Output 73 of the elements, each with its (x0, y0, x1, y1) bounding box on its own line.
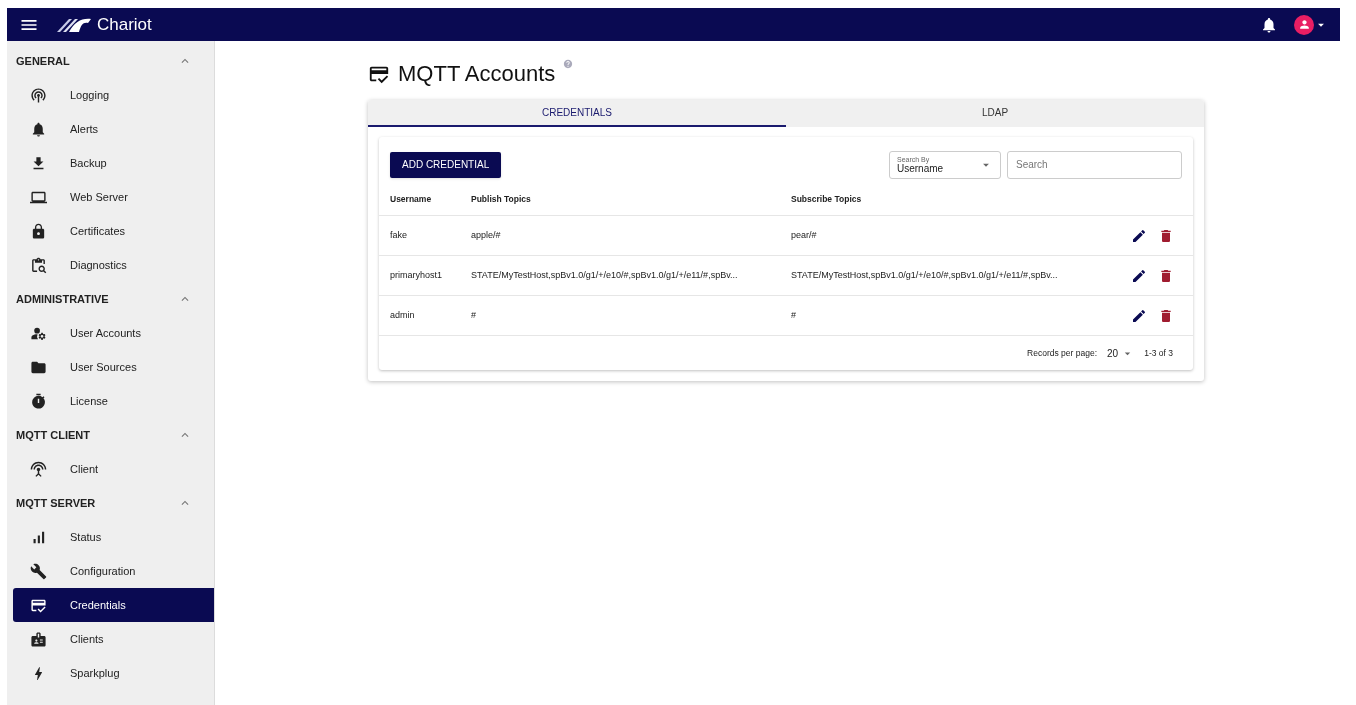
app-title: Chariot (97, 13, 152, 36)
sidebar-item[interactable]: User Sources (13, 350, 214, 384)
sidebar-label: Client (70, 461, 99, 477)
sidebar-item[interactable]: Configuration (13, 554, 214, 588)
badge-icon (30, 630, 47, 648)
section-header: MQTT SERVER (16, 495, 96, 511)
sidebar-item[interactable]: Alerts (13, 112, 214, 146)
sidebar-item[interactable]: Certificates (13, 214, 214, 248)
broadcast-icon (30, 86, 47, 104)
sidebar-label: Backup (70, 155, 107, 171)
bell-icon[interactable] (1260, 15, 1278, 34)
table-cell-text: STATE/MyTestHost,spBv1.0/g1/+/e10/#,spBv1.0/g1/+/e11/#,spBv... (791, 268, 1059, 282)
sidebar-item[interactable]: Web Server (13, 180, 214, 214)
table-cell-text: # (791, 308, 797, 322)
section-header: ADMINISTRATIVE (16, 291, 109, 307)
clipboard-search-icon (30, 256, 47, 274)
add-credential-button[interactable]: ADD CREDENTIAL (390, 151, 502, 178)
sidebar-item[interactable]: Sparkplug (13, 656, 214, 690)
per-page-select[interactable]: 20 (1107, 345, 1119, 361)
sidebar-label: Diagnostics (70, 257, 127, 273)
search-field[interactable]: Search (1007, 150, 1182, 179)
edit-icon[interactable] (1131, 267, 1147, 284)
sidebar-item[interactable]: Logging (13, 78, 214, 112)
sidebar-label: Configuration (70, 563, 136, 579)
table-cell-text: STATE/MyTestHost,spBv1.0/g1/+/e10/#,spBv1.0/g1/+/e11/#,spBv... (471, 268, 739, 282)
stopwatch-icon (30, 392, 47, 410)
sidebar-item[interactable]: Backup (13, 146, 214, 180)
sidebar-label: Sparkplug (70, 665, 120, 681)
tab[interactable]: CREDENTIALS (368, 100, 786, 127)
sidebar-label: Alerts (70, 121, 99, 137)
page-range: 1-3 of 3 (1144, 346, 1173, 360)
table-cell-text: primaryhost1 (390, 268, 444, 282)
table-cell-text: apple/# (471, 228, 502, 242)
sidebar-label: License (70, 393, 108, 409)
select-value: Username (897, 163, 944, 174)
sidebar-label: Credentials (70, 597, 126, 613)
column-header: Username (390, 192, 433, 206)
wrench-icon (30, 562, 47, 580)
delete-icon[interactable] (1158, 267, 1174, 284)
delete-icon[interactable] (1158, 227, 1174, 244)
section-header: GENERAL (16, 53, 70, 69)
edit-icon[interactable] (1131, 227, 1147, 244)
sidebar-item[interactable]: Status (13, 520, 214, 554)
tab[interactable]: LDAP (786, 100, 1204, 127)
sidebar-item[interactable]: User Accounts (13, 316, 214, 350)
page-title: MQTT Accounts (398, 60, 556, 88)
sidebar-item[interactable]: License (13, 384, 214, 418)
sidebar-label: User Accounts (70, 325, 141, 341)
sidebar-label: Status (70, 529, 102, 545)
sidebar-label: Clients (70, 631, 104, 647)
bell-icon (30, 120, 47, 138)
antenna-icon (30, 460, 47, 478)
column-header: Subscribe Topics (791, 192, 863, 206)
person-icon (1297, 18, 1311, 31)
sidebar-item[interactable]: Client (13, 452, 214, 486)
sidebar-item[interactable]: Clients (13, 622, 214, 656)
sidebar-label: Logging (70, 87, 110, 103)
delete-icon[interactable] (1158, 307, 1174, 324)
sidebar-label: User Sources (70, 359, 137, 375)
lock-icon (30, 222, 47, 240)
records-per-page-label: Records per page: (1027, 346, 1098, 360)
sidebar-item[interactable]: Credentials (13, 588, 214, 622)
table-cell-text: # (471, 308, 477, 322)
column-header: Publish Topics (471, 192, 532, 206)
edit-icon[interactable] (1131, 307, 1147, 324)
avatar-button[interactable] (1294, 14, 1314, 35)
table-cell-text: admin (390, 308, 416, 322)
sidebar-label: Web Server (70, 189, 128, 205)
section-header: MQTT CLIENT (16, 427, 90, 443)
sidebar-item[interactable]: Diagnostics (13, 248, 214, 282)
sidebar-label: Certificates (70, 223, 126, 239)
table-cell-text: fake (390, 228, 408, 242)
table-cell-text: pear/# (791, 228, 818, 242)
